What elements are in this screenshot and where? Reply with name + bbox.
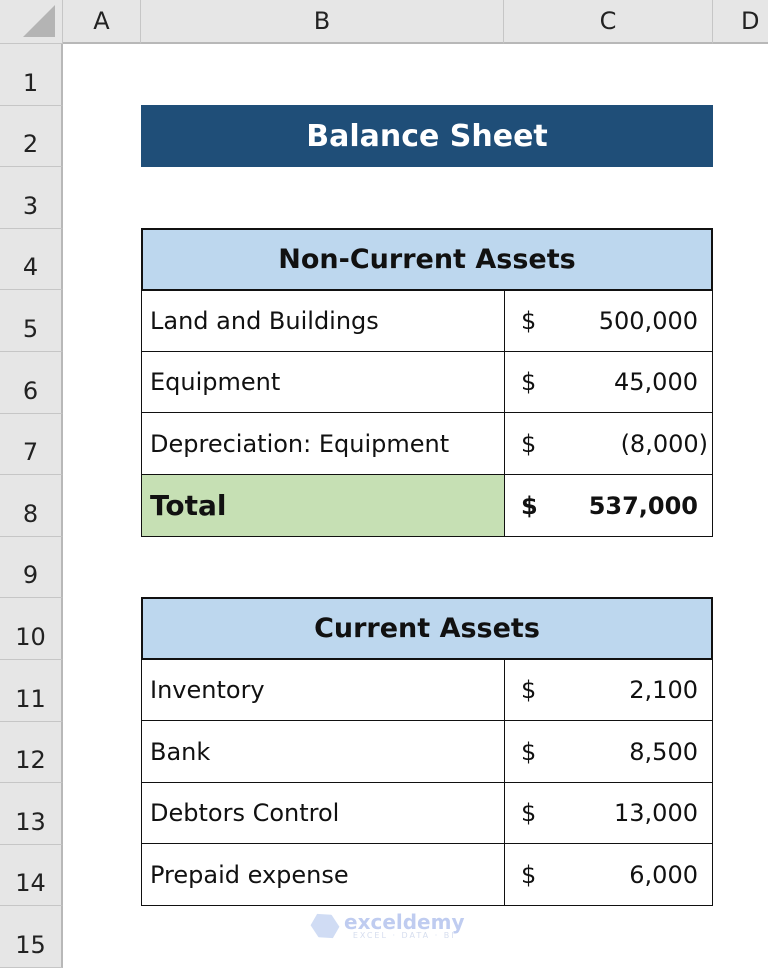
row-header-13[interactable]: 13 (0, 783, 63, 845)
exceldemy-watermark: exceldemy EXCEL · DATA · BI (312, 912, 465, 940)
amount-value: 500,000 (598, 307, 698, 335)
amount-value: 45,000 (614, 368, 698, 396)
current-assets-header: Current Assets (141, 597, 713, 660)
column-header-b[interactable]: B (141, 0, 504, 44)
balance-sheet-title: Balance Sheet (141, 105, 713, 167)
row-header-11[interactable]: 11 (0, 660, 63, 722)
non-current-assets-header: Non-Current Assets (141, 228, 713, 291)
currency-symbol: $ (521, 799, 537, 827)
watermark-brand: exceldemy (344, 910, 465, 934)
ca-label-bank[interactable]: Bank (141, 720, 505, 783)
amount-value: 537,000 (588, 491, 698, 520)
nca-amount-land-buildings[interactable]: $500,000 (504, 290, 713, 352)
amount-value: 8,500 (629, 737, 698, 766)
row-header-4[interactable]: 4 (0, 228, 63, 291)
amount-value: 2,100 (629, 676, 698, 704)
row-header-10[interactable]: 10 (0, 598, 63, 660)
nca-amount-depreciation[interactable]: $ (8,000) (504, 412, 713, 475)
select-all-corner[interactable] (0, 0, 63, 44)
currency-symbol: $ (521, 307, 537, 335)
column-header-d[interactable]: D (713, 0, 768, 44)
currency-symbol: $ (521, 429, 537, 458)
row-header-3[interactable]: 3 (0, 167, 63, 229)
watermark-tagline: EXCEL · DATA · BI (352, 931, 456, 940)
row-header-15[interactable]: 15 (0, 906, 63, 968)
currency-symbol: $ (521, 737, 537, 766)
nca-amount-equipment[interactable]: $45,000 (504, 351, 713, 413)
currency-symbol: $ (521, 368, 537, 396)
ca-label-inventory[interactable]: Inventory (141, 659, 505, 721)
row-header-7[interactable]: 7 (0, 413, 63, 476)
nca-total-label[interactable]: Total (141, 474, 505, 537)
nca-total-amount[interactable]: $537,000 (504, 474, 713, 537)
column-header-c[interactable]: C (504, 0, 713, 44)
currency-symbol: $ (521, 491, 538, 520)
amount-value: 13,000 (614, 799, 698, 827)
currency-symbol: $ (521, 676, 537, 704)
ca-amount-prepaid-expense[interactable]: $6,000 (504, 843, 713, 906)
row-header-14[interactable]: 14 (0, 844, 63, 907)
row-header-6[interactable]: 6 (0, 352, 63, 414)
ca-amount-bank[interactable]: $8,500 (504, 720, 713, 783)
row-header-5[interactable]: 5 (0, 290, 63, 352)
currency-symbol: $ (521, 860, 537, 889)
amount-value: (8,000) (620, 429, 708, 458)
nca-label-land-buildings[interactable]: Land and Buildings (141, 290, 505, 352)
row-header-2[interactable]: 2 (0, 105, 63, 168)
ca-amount-debtors-control[interactable]: $13,000 (504, 782, 713, 844)
ca-label-prepaid-expense[interactable]: Prepaid expense (141, 843, 505, 906)
column-header-a[interactable]: A (63, 0, 141, 44)
nca-label-depreciation[interactable]: Depreciation: Equipment (141, 412, 505, 475)
row-header-9[interactable]: 9 (0, 536, 63, 599)
ca-label-debtors-control[interactable]: Debtors Control (141, 782, 505, 844)
ca-amount-inventory[interactable]: $2,100 (504, 659, 713, 721)
exceldemy-logo-icon (307, 908, 343, 944)
row-header-12[interactable]: 12 (0, 721, 63, 784)
row-header-8[interactable]: 8 (0, 475, 63, 537)
nca-label-equipment[interactable]: Equipment (141, 351, 505, 413)
row-header-1[interactable]: 1 (0, 44, 63, 106)
amount-value: 6,000 (629, 860, 698, 889)
select-all-triangle-icon (23, 5, 55, 37)
